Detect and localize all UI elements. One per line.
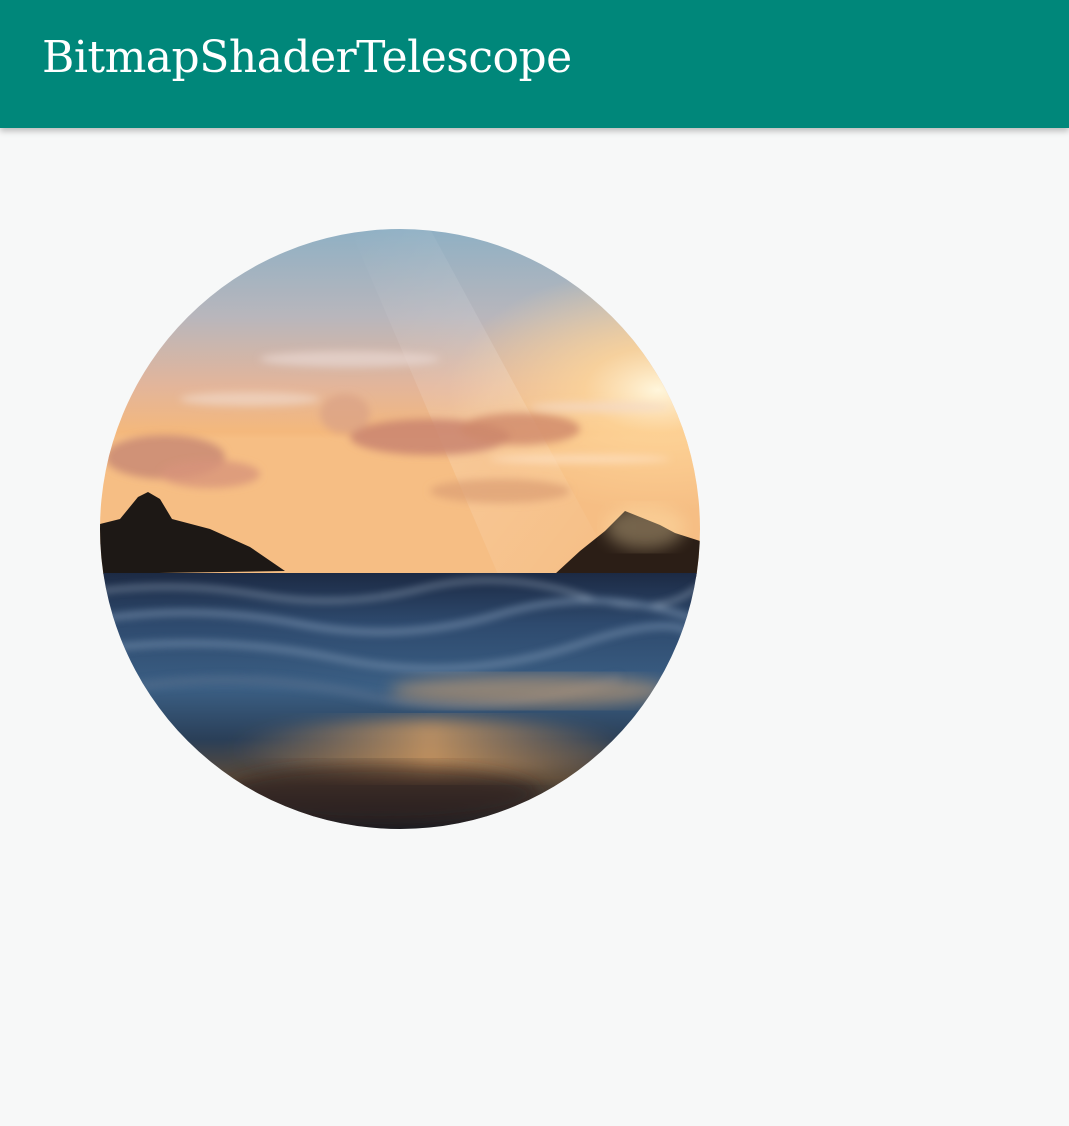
app-bar: BitmapShaderTelescope: [0, 0, 1069, 128]
telescope-lens-image[interactable]: [100, 229, 700, 829]
app-title: BitmapShaderTelescope: [42, 32, 572, 83]
